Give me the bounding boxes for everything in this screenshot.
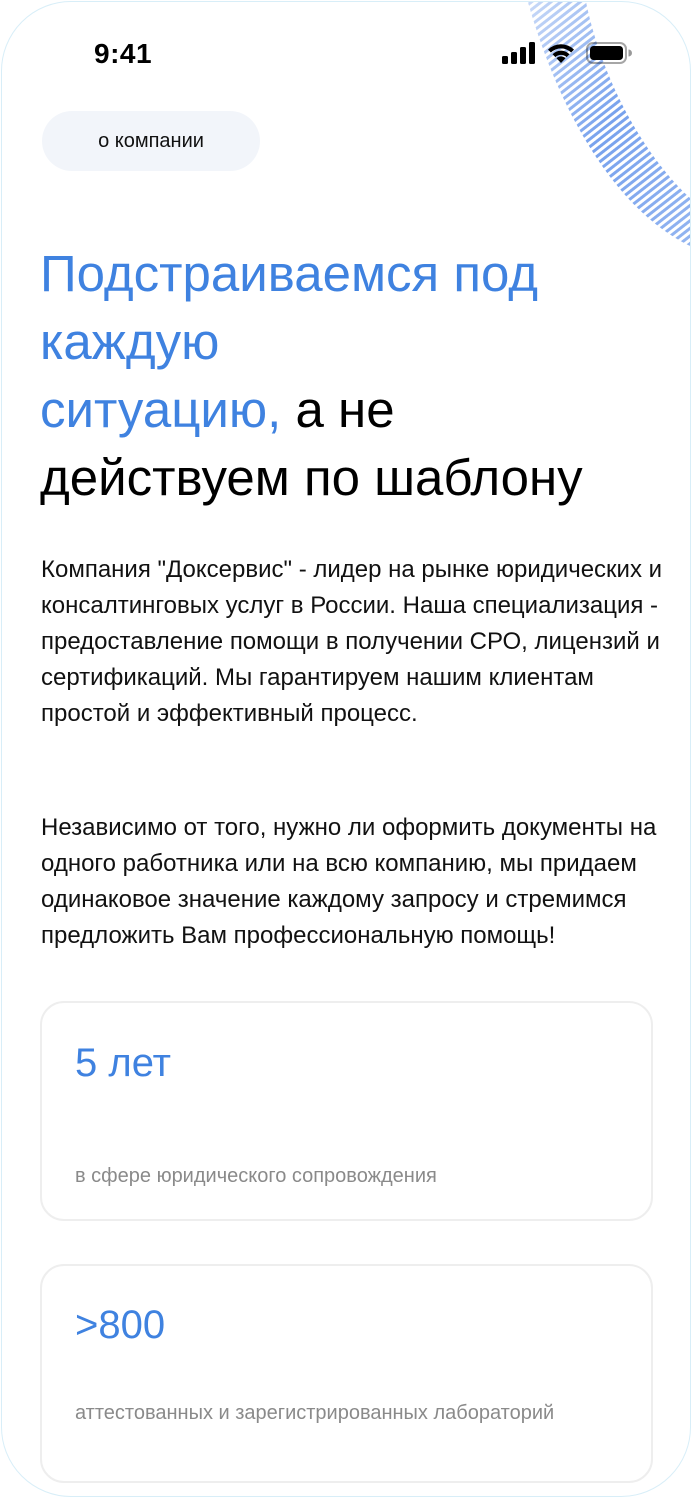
headline-accent-text: Подстраиваемся под каждую <box>40 245 538 370</box>
stat-value: 5 лет <box>75 1041 171 1085</box>
headline-plain-text-2: действуем по шаблону <box>40 449 583 506</box>
status-bar: 9:41 <box>2 34 690 74</box>
status-icons <box>502 42 632 64</box>
cellular-signal-icon <box>502 42 536 64</box>
status-time: 9:41 <box>94 38 153 69</box>
page-headline: Подстраиваемся под каждую ситуацию, а не д… <box>40 240 660 512</box>
stat-value: >800 <box>75 1303 166 1347</box>
stat-label: в сфере юридического сопровождения <box>75 1165 437 1187</box>
phone-screen: 9:41 о компании Подстраиваемся под кажду… <box>1 1 691 1497</box>
intro-paragraph: Компания "Доксервис" - лидер на рынке юр… <box>41 556 663 727</box>
stat-label: аттестованных и зарегистрированных лабор… <box>75 1402 555 1424</box>
headline-plain-text: а не <box>281 381 395 438</box>
headline-accent-text-2: ситуацию, <box>40 381 282 438</box>
stat-card-experience: 5 лет в сфере юридического сопровождения <box>40 1001 653 1221</box>
section-tag-about-company[interactable]: о компании <box>42 111 260 171</box>
stat-card-laboratories: >800 аттестованных и зарегистрированных … <box>40 1264 653 1483</box>
wifi-icon <box>546 42 576 64</box>
intro-paragraph-2: Независимо от того, нужно ли оформить до… <box>41 814 657 949</box>
battery-icon <box>586 42 632 64</box>
